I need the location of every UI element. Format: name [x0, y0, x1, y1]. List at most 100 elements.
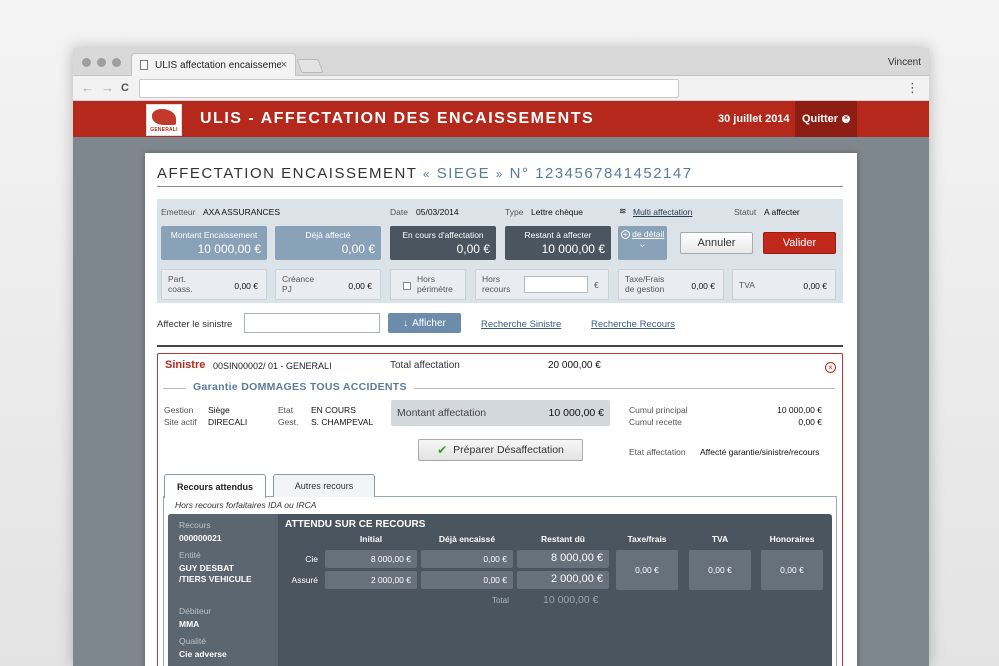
browser-menu-icon[interactable]: ⋮: [906, 80, 919, 96]
generali-logo: GENERALI: [146, 104, 182, 136]
reload-icon[interactable]: C: [121, 81, 129, 95]
cell-label: Hors recours: [482, 274, 511, 294]
assure-deja-value: 0,00 €: [421, 571, 513, 589]
cumul-principal-label: Cumul principal: [629, 405, 688, 415]
entite-label: Entité: [179, 550, 201, 560]
tab-close-icon[interactable]: ×: [281, 59, 287, 71]
page-title-entity: SIEGE: [436, 165, 491, 182]
col-restant-du: Restant dû: [541, 534, 585, 544]
taxe-frais-value: 0,00 €: [616, 550, 678, 590]
sinistre-search-input[interactable]: [244, 313, 380, 333]
montant-affectation-value: 10 000,00 €: [548, 407, 604, 419]
type-label: Type: [505, 207, 524, 217]
recours-total-value: 10 000,00 €: [543, 594, 599, 606]
sinistre-box: Sinistre 00SIN00002/ 01 - GENERALI Total…: [157, 353, 843, 666]
qualite-label: Qualité: [179, 636, 206, 646]
close-circle-icon[interactable]: ×: [825, 362, 836, 373]
date-value: 05/03/2014: [416, 207, 459, 217]
preparer-desaffectation-button[interactable]: ✔ Préparer Désaffectation: [418, 439, 583, 461]
euro-symbol: €: [594, 280, 599, 290]
address-bar[interactable]: [139, 79, 679, 98]
forward-icon[interactable]: →: [101, 81, 114, 95]
etat-value: EN COURS: [311, 405, 356, 415]
montant-affectation-label: Montant affectation: [397, 407, 487, 419]
total-affectation-value: 20 000,00 €: [548, 360, 601, 371]
total-affectation-label: Total affectation: [390, 360, 460, 371]
checkmark-icon: ✔: [437, 443, 448, 457]
recherche-recours-link[interactable]: Recherche Recours: [591, 319, 675, 330]
entite-value: GUY DESBAT/TIERS VEHICULE: [179, 563, 252, 584]
creance-pj-cell: Créance PJ 0,00 €: [275, 269, 381, 300]
tva-cell: TVA 0,00 €: [732, 269, 836, 300]
gest-label: Gest.: [278, 417, 299, 427]
amount-value: 10 000,00 €: [197, 242, 261, 256]
main-panel: AFFECTATION ENCAISSEMENT « SIEGE » N° 12…: [145, 153, 857, 666]
cell-value: 0,00 €: [803, 281, 827, 291]
tab-autres-recours[interactable]: Autres recours: [273, 474, 375, 497]
cie-initial-value: 8 000,00 €: [325, 550, 417, 568]
new-tab-button[interactable]: [296, 59, 324, 73]
cumul-recette-value: 0,00 €: [798, 417, 822, 427]
maximize-window-button[interactable]: [112, 58, 121, 67]
browser-tab[interactable]: ULIS affectation encaissement ×: [131, 53, 296, 76]
page-title: AFFECTATION ENCAISSEMENT « SIEGE » N° 12…: [157, 165, 693, 182]
hors-recours-cell: Hors recours €: [475, 269, 609, 300]
encaissement-info: Emetteur AXA ASSURANCES Date 05/03/2014 …: [157, 199, 843, 303]
emetteur-label: Emetteur: [161, 207, 196, 217]
hors-perimetre-checkbox[interactable]: [403, 282, 411, 290]
valider-button[interactable]: Valider: [763, 232, 836, 254]
afficher-button[interactable]: ↓ Afficher: [388, 313, 461, 333]
col-honoraires: Honoraires: [769, 534, 815, 544]
recours-subtitle: Hors recours forfaitaires IDA ou IRCA: [175, 500, 317, 510]
col-initial: Initial: [359, 534, 383, 544]
header-date: 30 juillet 2014: [718, 113, 790, 125]
quit-button[interactable]: Quitter ×: [795, 101, 857, 137]
close-window-button[interactable]: [82, 58, 91, 67]
preparer-label: Préparer Désaffectation: [453, 444, 564, 456]
page-title-number: N° 1234567841452147: [509, 165, 693, 182]
tab-strip: ULIS affectation encaissement × Vincent: [73, 48, 929, 76]
recours-side-panel: Recours 000000021 Entité GUY DESBAT/TIER…: [168, 514, 278, 666]
assure-restant-value: 2 000,00 €: [517, 571, 609, 589]
cell-label: Part. coass.: [168, 274, 193, 294]
close-circle-icon: ×: [842, 115, 851, 123]
recours-value: 000000021: [179, 533, 222, 543]
quit-label: Quitter: [801, 113, 839, 125]
etat-affectation-value: Affecté garantie/sinistre/recours: [700, 447, 820, 457]
page-title-quote-close: »: [495, 167, 504, 181]
amount-value: 0,00 €: [456, 242, 490, 256]
afficher-label: Afficher: [412, 317, 446, 329]
profile-user-name[interactable]: Vincent: [888, 57, 921, 68]
lion-icon: [152, 109, 176, 125]
browser-window: ULIS affectation encaissement × Vincent …: [73, 48, 929, 666]
cie-restant-value: 8 000,00 €: [517, 550, 609, 568]
cell-label: Créance PJ: [282, 274, 315, 294]
type-value: Lettre chèque: [531, 207, 583, 217]
recherche-sinistre-link[interactable]: Recherche Sinistre: [481, 319, 561, 330]
honoraires-value: 0,00 €: [761, 550, 823, 590]
amount-value: 10 000,00 €: [541, 242, 605, 256]
tva-value: 0,00 €: [689, 550, 751, 590]
site-actif-label: Site actif: [164, 417, 197, 427]
montant-affectation-box: Montant affectation 10 000,00 €: [391, 400, 610, 426]
cumul-principal-value: 10 000,00 €: [777, 405, 822, 415]
tab-recours-attendus[interactable]: Recours attendus: [164, 474, 266, 498]
tab-title: ULIS affectation encaissement: [155, 59, 281, 71]
montant-encaissement-box: Montant Encaissement 10 000,00 €: [161, 226, 267, 260]
plus-circle-icon: +: [620, 230, 630, 239]
date-label: Date: [390, 207, 408, 217]
cell-label: Taxe/Frais de gestion: [625, 274, 665, 294]
recours-total-label: Total: [492, 596, 509, 605]
hors-recours-input[interactable]: [524, 276, 588, 293]
debiteur-value: MMA: [179, 619, 200, 629]
cell-label: TVA: [739, 280, 755, 290]
col-taxe-frais: Taxe/frais: [627, 534, 667, 544]
detail-label: de détail: [632, 229, 665, 239]
back-icon[interactable]: ←: [81, 81, 94, 95]
detail-toggle-button[interactable]: + de détail ⌄: [618, 226, 667, 260]
site-actif-value: DIRECALI: [208, 417, 248, 427]
layers-icon: ≋: [619, 206, 627, 216]
minimize-window-button[interactable]: [97, 58, 106, 67]
annuler-button[interactable]: Annuler: [680, 232, 753, 254]
multi-affectation-link[interactable]: Multi affectation: [633, 207, 692, 217]
